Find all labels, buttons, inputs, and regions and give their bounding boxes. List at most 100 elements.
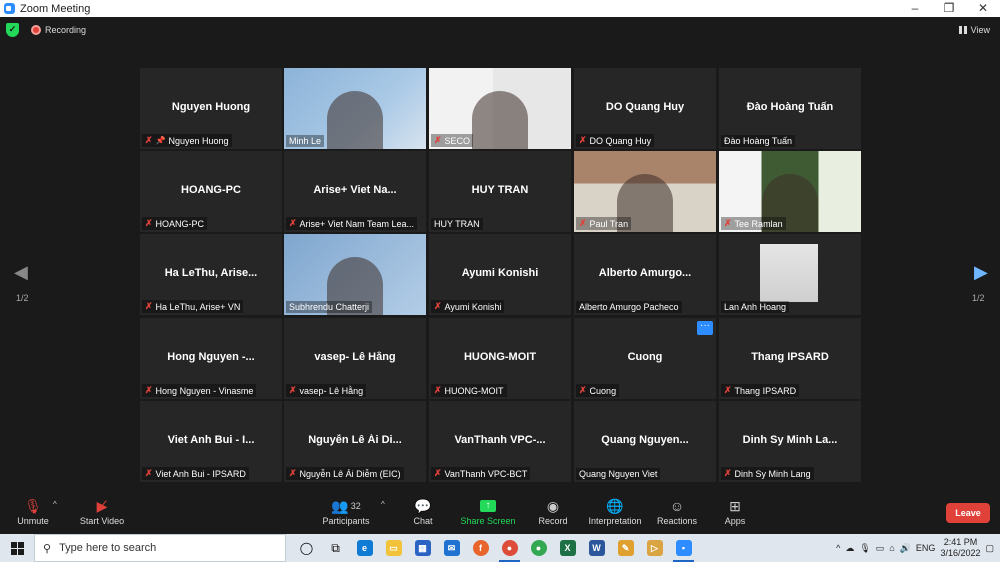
tray-chevron-icon[interactable]: ^ [836, 543, 840, 553]
muted-microphone-icon: ✗ [579, 218, 587, 228]
chrome-badged-icon[interactable]: ● [495, 534, 524, 562]
participant-tile[interactable]: Viet Anh Bui - I... ✗ Viet Anh Bui - IPSAR… [140, 401, 282, 482]
tray-cloud-icon[interactable]: ☁ [845, 543, 854, 554]
share-screen-button[interactable]: ↑ Share Screen [459, 496, 517, 526]
record-button[interactable]: ◉ Record [533, 496, 573, 527]
muted-microphone-icon: ✗ [434, 385, 442, 395]
participant-name: Nguyen Huong [168, 135, 229, 146]
participant-tile[interactable]: Nguyễn Lê Ái Di... ✗ Nguyễn Lê Ái Diễm (EI… [284, 401, 426, 482]
zoom-taskbar-icon[interactable]: ▪ [669, 534, 698, 562]
mail-icon[interactable]: ✉ [437, 534, 466, 562]
participant-name: Arise+ Viet Nam Team Lea... [299, 218, 415, 229]
participant-tile[interactable]: Ha LeThu, Arise... ✗ Ha LeThu, Arise+ VN [140, 234, 282, 315]
page-indicator-right: 1/2 [972, 293, 985, 303]
task-view-icon[interactable]: ⧉ [321, 534, 350, 562]
word-icon[interactable]: W [582, 534, 611, 562]
meeting-toolbar: 🎙 Unmute ^ ▶̸ Start Video 👥 32 Participan… [0, 492, 1000, 534]
participant-name-label: ✗ DO Quang Huy [576, 134, 655, 147]
start-video-button[interactable]: ▶̸ Start Video [76, 496, 128, 527]
close-button[interactable]: ✕ [966, 0, 1000, 17]
tray-display-icon[interactable]: ▭ [876, 543, 885, 554]
profile-photo [760, 244, 818, 302]
cortana-icon[interactable]: ◯ [292, 534, 321, 562]
start-button[interactable] [0, 534, 34, 562]
participant-name: Thang IPSARD [734, 385, 797, 396]
chat-button[interactable]: 💬 Chat [405, 496, 441, 527]
participant-tile[interactable]: ✗ Paul Tran [574, 151, 716, 232]
participant-tile[interactable]: Nguyen Huong ✗ 📌 Nguyen Huong [140, 68, 282, 149]
participant-tile[interactable]: Hong Nguyen -... ✗ Hong Nguyen - Vinasme [140, 318, 282, 399]
participants-caret-icon[interactable]: ^ [381, 500, 385, 509]
participant-tile[interactable]: Dinh Sy Minh La... ✗ Dinh Sy Minh Lang [719, 401, 861, 482]
recording-indicator[interactable]: Recording [31, 25, 86, 35]
leave-button[interactable]: Leave [946, 503, 990, 523]
participant-tile[interactable]: VanThanh VPC-... ✗ VanThanh VPC-BCT [429, 401, 571, 482]
participant-tile[interactable]: Cuong ✗ Cuong [574, 318, 716, 399]
participant-name-label: ✗ Tee Ramlan [721, 217, 786, 230]
store-icon[interactable]: ▦ [408, 534, 437, 562]
share-screen-label: Share Screen [460, 516, 516, 526]
participant-display-name: Alberto Amurgo... [598, 267, 692, 279]
recording-dot-icon [31, 25, 41, 35]
participant-tile[interactable]: HUY TRAN HUY TRAN [429, 151, 571, 232]
participant-tile[interactable]: Ayumi Konishi ✗ Ayumi Konishi [429, 234, 571, 315]
view-button[interactable]: View [958, 25, 990, 35]
reactions-button[interactable]: ☺ Reactions [654, 496, 700, 526]
microphone-muted-icon: 🎙 [24, 497, 42, 514]
participants-icon: 👥 32 [331, 497, 361, 514]
maximize-button[interactable]: ❐ [932, 0, 966, 17]
tray-network-icon[interactable]: ⌂ [889, 543, 894, 553]
file-explorer-icon[interactable]: ▭ [379, 534, 408, 562]
start-video-label: Start Video [79, 516, 125, 526]
taskbar-search-box[interactable]: ⚲ Type here to search [34, 534, 286, 562]
participant-tile[interactable]: Minh Le [284, 68, 426, 149]
participant-tile[interactable]: ✗ SECO [429, 68, 571, 149]
participant-name: vasep- Lê Hằng [299, 385, 364, 396]
edge-icon[interactable]: e [350, 534, 379, 562]
participant-tile[interactable]: vasep- Lê Hằng ✗ vasep- Lê Hằng [284, 318, 426, 399]
tray-mic-icon[interactable]: 🎙 [859, 543, 870, 554]
taskbar-clock[interactable]: 2:41 PM 3/16/2022 [940, 537, 980, 559]
notifications-icon[interactable]: ▢ [985, 543, 994, 554]
previous-page-arrow-icon[interactable]: ◀ [14, 262, 28, 283]
grid-icon [958, 26, 967, 34]
participant-tile[interactable]: HUONG-MOIT ✗ HUONG-MOIT [429, 318, 571, 399]
muted-microphone-icon: ✗ [434, 301, 442, 311]
participant-tile[interactable]: Thang IPSARD ✗ Thang IPSARD [719, 318, 861, 399]
next-page-arrow-icon[interactable]: ▶ [974, 262, 988, 283]
firefox-icon[interactable]: f [466, 534, 495, 562]
minimize-button[interactable]: – [898, 0, 932, 17]
interpretation-button[interactable]: 🌐 Interpretation [585, 496, 645, 527]
pen-app-icon[interactable]: ✎ [611, 534, 640, 562]
participant-tile[interactable]: DO Quang Huy ✗ DO Quang Huy [574, 68, 716, 149]
participant-tile[interactable]: Subhrendu Chatterji [284, 234, 426, 315]
participant-tile[interactable]: Quang Nguyen... Quang Nguyen Viet [574, 401, 716, 482]
security-shield-icon[interactable]: ✓ [6, 23, 19, 37]
muted-microphone-icon: ✗ [289, 468, 297, 478]
participant-tile[interactable]: Lan Anh Hoang [719, 234, 861, 315]
audio-options-caret-icon[interactable]: ^ [53, 500, 57, 509]
muted-microphone-icon: ✗ [145, 301, 153, 311]
unmute-button[interactable]: 🎙 Unmute [12, 496, 54, 527]
participant-tile[interactable]: HOANG-PC ✗ HOANG-PC [140, 151, 282, 232]
media-app-icon[interactable]: ▷ [640, 534, 669, 562]
participant-name: HUY TRAN [434, 219, 480, 229]
apps-button[interactable]: ⊞ Apps [720, 496, 750, 527]
window-controls: – ❐ ✕ [898, 0, 1000, 17]
search-icon: ⚲ [43, 542, 52, 555]
tray-speaker-icon[interactable]: 🔊 [900, 543, 911, 554]
participant-tile[interactable]: Arise+ Viet Na... ✗ Arise+ Viet Nam Team L… [284, 151, 426, 232]
participant-name: Paul Tran [589, 218, 629, 229]
chrome-icon[interactable]: ● [524, 534, 553, 562]
muted-microphone-icon: ✗ [289, 218, 297, 228]
more-options-button[interactable]: ··· [697, 321, 713, 335]
excel-icon[interactable]: X [553, 534, 582, 562]
participant-tile[interactable]: ✗ Tee Ramlan [719, 151, 861, 232]
participants-button[interactable]: 👥 32 Participants [320, 496, 372, 527]
input-language[interactable]: ENG [916, 543, 936, 553]
participant-display-name: Ha LeThu, Arise... [164, 267, 258, 279]
participant-tile[interactable]: Alberto Amurgo... Alberto Amurgo Pacheco [574, 234, 716, 315]
participant-name-label: ✗ HUONG-MOIT [431, 384, 507, 397]
participant-tile[interactable]: Đào Hoàng Tuấn Đào Hoàng Tuấn [719, 68, 861, 149]
participant-display-name: Ayumi Konishi [461, 267, 539, 279]
